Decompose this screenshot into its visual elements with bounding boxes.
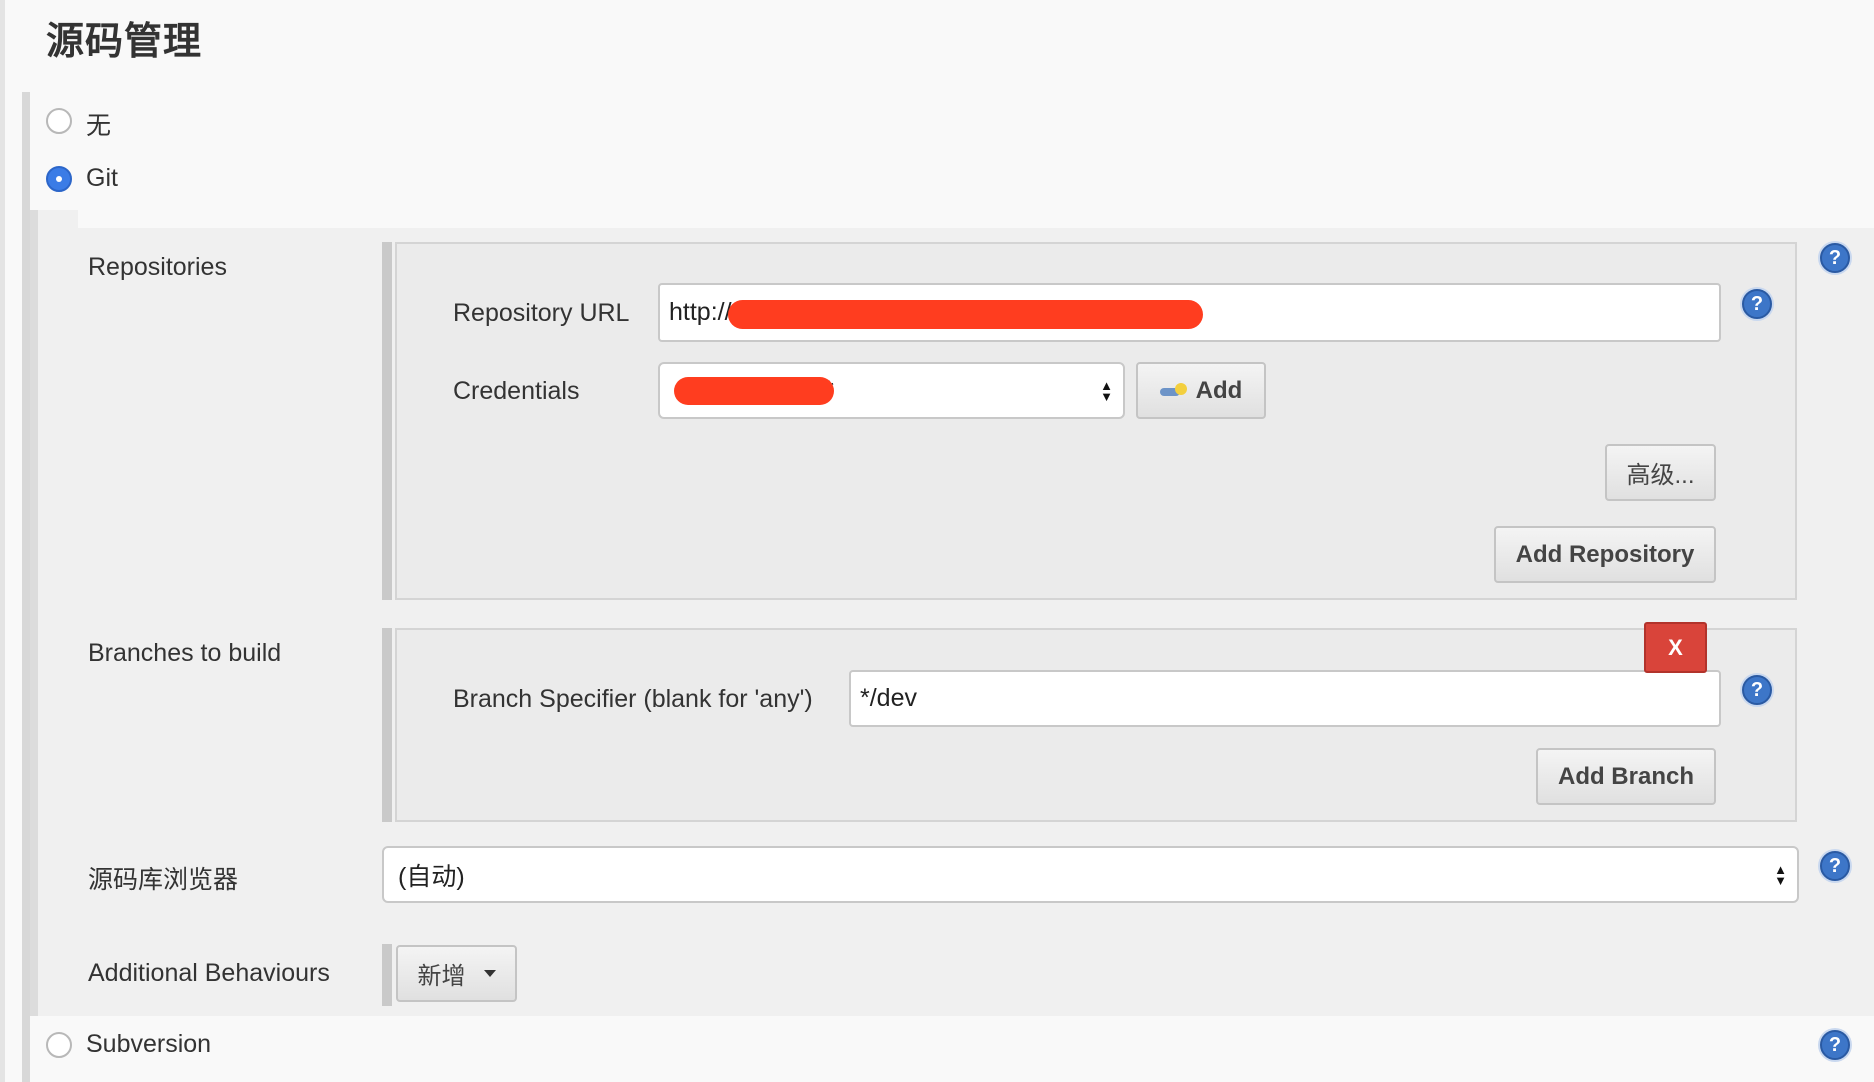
credentials-label: Credentials — [453, 377, 580, 405]
branches-indent-bar — [382, 628, 392, 822]
git-panel-notch — [38, 210, 78, 230]
key-icon — [1159, 382, 1188, 399]
scm-radio-git[interactable] — [46, 166, 72, 192]
add-credential-label: Add — [1195, 376, 1243, 404]
branches-to-build-label: Branches to build — [88, 639, 282, 667]
scm-radio-none[interactable] — [46, 108, 72, 134]
behaviours-indent-bar — [382, 944, 392, 1006]
repository-browser-value: (自动) — [398, 862, 465, 891]
repository-url-label: Repository URL — [453, 299, 630, 327]
add-branch-button[interactable]: Add Branch — [1536, 748, 1716, 805]
subversion-help-icon[interactable]: ? — [1820, 1030, 1850, 1060]
branch-specifier-label: Branch Specifier (blank for 'any') — [453, 685, 813, 713]
section-title: 源码管理 — [46, 21, 203, 63]
caret-down-icon — [483, 970, 496, 977]
repository-browser-select[interactable]: (自动) ▲ ▼ — [382, 846, 1799, 903]
select-arrows-icon: ▲ ▼ — [1100, 377, 1113, 404]
additional-behaviours-label: Additional Behaviours — [88, 959, 330, 987]
add-behaviour-label: 新增 — [417, 963, 466, 990]
credentials-redaction — [674, 377, 834, 405]
repository-url-value: http:// — [669, 298, 732, 326]
subversion-row — [38, 1016, 1874, 1082]
add-credential-button[interactable]: Add — [1136, 362, 1266, 419]
repositories-help-icon[interactable]: ? — [1820, 243, 1850, 273]
select-arrows-icon: ▲ ▼ — [1774, 861, 1787, 888]
scm-radio-subversion[interactable] — [46, 1032, 72, 1058]
add-repository-button[interactable]: Add Repository — [1494, 526, 1716, 583]
repositories-indent-bar — [382, 242, 392, 600]
delete-branch-button[interactable]: X — [1644, 622, 1707, 673]
git-config-indent-bar — [30, 210, 38, 1016]
repository-browser-label: 源码库浏览器 — [88, 866, 239, 894]
add-behaviour-dropdown-button[interactable]: 新增 — [396, 945, 517, 1002]
page-left-border — [0, 0, 5, 1082]
branch-specifier-input[interactable]: */dev — [849, 670, 1721, 727]
branch-specifier-value: */dev — [860, 684, 917, 712]
scm-radio-subversion-label[interactable]: Subversion — [86, 1030, 211, 1059]
scm-options-indent-bar — [22, 92, 30, 1082]
scm-radio-none-label[interactable]: 无 — [86, 106, 111, 142]
repository-url-redaction — [728, 300, 1203, 329]
repository-url-help-icon[interactable]: ? — [1742, 289, 1772, 319]
scm-radio-git-label[interactable]: Git — [86, 164, 118, 193]
branch-specifier-help-icon[interactable]: ? — [1742, 675, 1772, 705]
repositories-label: Repositories — [88, 253, 227, 281]
repository-browser-help-icon[interactable]: ? — [1820, 851, 1850, 881]
advanced-button[interactable]: 高级... — [1605, 444, 1716, 501]
